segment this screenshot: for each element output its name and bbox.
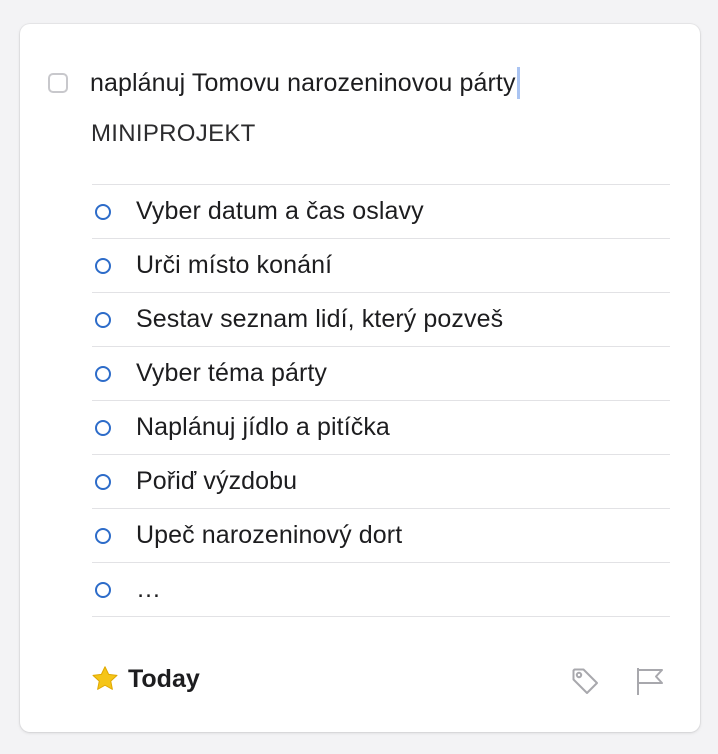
checklist-item-circle-icon[interactable]	[95, 311, 111, 328]
tag-icon[interactable]	[569, 665, 601, 697]
checklist-item-label: Upeč narozeninový dort	[136, 521, 403, 549]
flag-icon[interactable]	[634, 665, 666, 697]
checklist-item[interactable]: Naplánuj jídlo a pitíčka	[92, 401, 670, 455]
checklist-item[interactable]: Vyber datum a čas oslavy	[92, 185, 670, 239]
task-title: naplánuj Tomovu narozeninovou párty	[90, 68, 516, 97]
checklist-item[interactable]: …	[92, 563, 670, 617]
checklist-item[interactable]: Vyber téma párty	[92, 347, 670, 401]
checklist-item-circle-icon[interactable]	[95, 419, 111, 436]
checklist-item-label: Sestav seznam lidí, který pozveš	[136, 305, 504, 333]
task-title-field[interactable]: naplánuj Tomovu narozeninovou párty	[90, 67, 520, 99]
checklist-item[interactable]: Sestav seznam lidí, který pozveš	[92, 293, 670, 347]
checklist-item[interactable]: Pořiď výzdobu	[92, 455, 670, 509]
task-title-row: naplánuj Tomovu narozeninovou párty	[48, 66, 520, 100]
checklist-item-label: Vyber datum a čas oslavy	[136, 197, 424, 225]
checklist-item-circle-icon[interactable]	[95, 365, 111, 382]
checklist-item[interactable]: Urči místo konání	[92, 239, 670, 293]
task-card: naplánuj Tomovu narozeninovou párty MINI…	[20, 24, 700, 732]
checklist-item-label: Naplánuj jídlo a pitíčka	[136, 413, 390, 441]
checklist-item[interactable]: Upeč narozeninový dort	[92, 509, 670, 563]
checklist-item-label: Pořiď výzdobu	[136, 467, 298, 495]
star-icon	[92, 666, 118, 690]
checklist-item-circle-icon[interactable]	[95, 257, 111, 274]
task-complete-checkbox[interactable]	[48, 73, 68, 93]
task-notes[interactable]: MINIPROJEKT	[91, 120, 256, 148]
text-cursor	[516, 67, 520, 99]
when-button[interactable]: Today	[90, 664, 200, 694]
checklist-item-circle-icon[interactable]	[95, 527, 111, 544]
checklist: Vyber datum a čas oslavy Urči místo koná…	[92, 184, 670, 617]
checklist-item-label: …	[136, 575, 162, 603]
checklist-item-circle-icon[interactable]	[95, 581, 111, 598]
checklist-item-circle-icon[interactable]	[95, 473, 111, 490]
checklist-item-label: Vyber téma párty	[136, 359, 328, 387]
checklist-item-label: Urči místo konání	[136, 251, 333, 279]
checklist-item-circle-icon[interactable]	[95, 203, 111, 220]
task-toolbar	[569, 665, 666, 697]
when-label: Today	[128, 664, 200, 693]
